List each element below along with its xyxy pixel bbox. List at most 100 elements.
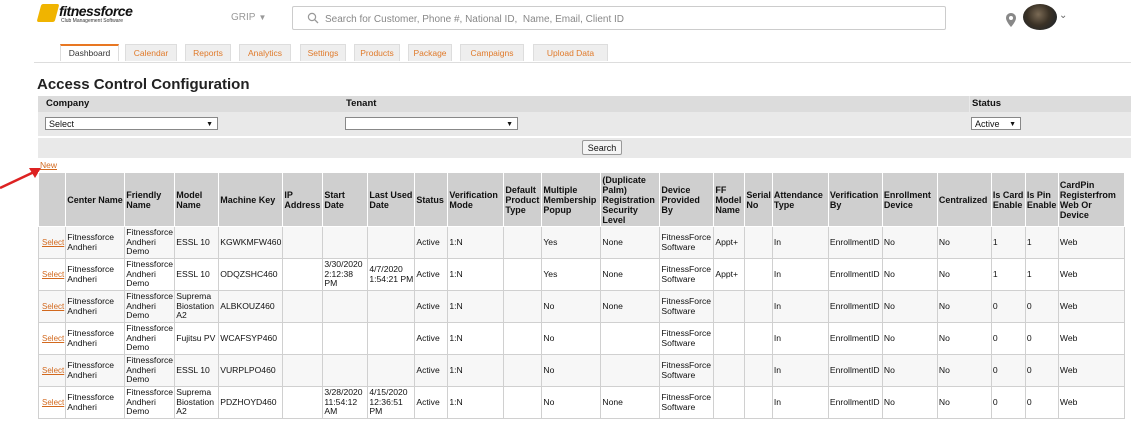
table-cell [744,386,773,419]
table-cell: FitnessForce Software [659,226,715,259]
column-header: Default Product Type [503,172,543,227]
table-cell: Active [414,258,449,291]
top-bar: fitnessforce Club Management Software GR… [0,0,1131,38]
tab-package[interactable]: Package [408,44,452,61]
table-row: Select Fitnessforce Andheri Fitnessforce A… [37,322,1125,355]
tab-products[interactable]: Products [354,44,400,61]
table-cell: No [936,386,992,419]
table-cell: 1:N [447,322,505,355]
table-cell: In [771,354,829,387]
table-cell [322,322,369,355]
location-pin-icon[interactable] [1006,13,1016,27]
table-cell: FitnessForce Software [659,258,715,291]
table-cell: Appt+ [713,226,746,259]
select-link[interactable]: Select [37,354,67,387]
company-select[interactable]: Select ▼ [45,117,218,130]
main-tabs: Dashboard Calendar Reports Analytics Set… [34,44,1131,63]
table-cell: 1:N [447,226,505,259]
brand-tagline: Club Management Software [61,18,123,24]
column-header: Is Card Enable [990,172,1026,227]
table-cell [503,290,543,323]
company-select-value: Select [49,119,75,129]
table-cell: No [881,322,938,355]
search-icon [307,12,319,24]
select-link[interactable]: Select [37,290,67,323]
search-input[interactable] [323,10,927,28]
chevron-down-icon[interactable]: ⌄ [1059,10,1067,21]
table-cell: No [936,322,992,355]
table-row: Select Fitnessforce Andheri Fitnessforce A… [37,258,1125,291]
column-header: CardPin Registerfrom Web Or Device [1057,172,1125,227]
tab-reports[interactable]: Reports [185,44,231,61]
select-link[interactable]: Select [37,386,67,419]
column-header: Multiple Membership Popup [541,172,602,227]
tab-settings[interactable]: Settings [300,44,346,61]
tab-calendar[interactable]: Calendar [125,44,177,61]
avatar[interactable] [1023,4,1057,30]
tab-campaigns[interactable]: Campaigns [460,44,524,61]
dropdown-arrow-icon: ▼ [206,121,213,128]
table-cell: 0 [1024,290,1059,323]
tab-dashboard[interactable]: Dashboard [60,44,119,61]
table-cell: 0 [990,322,1026,355]
table-cell: 3/28/2020 11:54:12 AM [322,386,369,419]
table-cell: Fujitsu PV [174,322,220,355]
table-cell: No [881,258,938,291]
table-cell [282,258,324,291]
access-control-table: Center Name Friendly Name Model Name Machin… [37,172,1125,419]
column-header: Enrollment Device [881,172,938,227]
table-cell: 1:N [447,354,505,387]
table-cell: In [771,226,829,259]
table-cell: 0 [990,386,1026,419]
table-cell: Fitnessforce Andheri Demo [124,386,176,419]
table-cell: FitnessForce Software [659,354,715,387]
table-cell [282,386,324,419]
table-cell: In [771,290,829,323]
table-cell [713,322,746,355]
status-select-value: Active [975,119,1000,129]
tab-analytics[interactable]: Analytics [239,44,291,61]
brand-logo[interactable]: fitnessforce Club Management Software [36,3,139,26]
column-header: IP Address [282,172,324,227]
table-cell: Active [414,322,449,355]
table-row: Select Fitnessforce Andheri Fitnessforce A… [37,386,1125,419]
table-header-row: Center Name Friendly Name Model Name Machin… [37,172,1125,227]
table-cell: VURPLPO460 [218,354,284,387]
select-link[interactable]: Select [37,226,67,259]
table-cell [713,386,746,419]
table-cell: 0 [990,354,1026,387]
tenant-select[interactable]: ▼ [345,117,518,130]
status-select[interactable]: Active ▼ [971,117,1021,130]
table-cell: ESSL 10 [174,258,220,291]
select-link[interactable]: Select [37,258,67,291]
table-cell: EnrollmentID [827,354,883,387]
table-cell: FitnessForce Software [659,322,715,355]
column-header: Attendance Type [771,172,829,227]
tenant-label: Tenant [343,96,969,112]
column-header: Verification By [827,172,883,227]
table-cell: In [771,386,829,419]
location-dropdown[interactable]: GRIP ▼ [231,12,266,23]
column-header: Machine Key [218,172,284,227]
table-cell: 1 [990,258,1026,291]
table-cell: 3/30/2020 2:12:38 PM [322,258,369,291]
search-button[interactable]: Search [582,140,622,155]
table-cell: 1:N [447,258,505,291]
table-cell: Fitnessforce Andheri Demo [124,290,176,323]
table-cell: Active [414,386,449,419]
tab-upload-data[interactable]: Upload Data [533,44,608,61]
table-cell: ODQZSHC460 [218,258,284,291]
table-cell [744,226,773,259]
table-cell: Appt+ [713,258,746,291]
column-header: Is Pin Enable [1024,172,1059,227]
table-cell: Web [1057,322,1125,355]
table-cell: Web [1057,258,1125,291]
table-cell [282,290,324,323]
table-cell: FitnessForce Software [659,290,715,323]
column-header [37,172,67,227]
select-link[interactable]: Select [37,322,67,355]
table-cell: Active [414,290,449,323]
table-cell [503,322,543,355]
table-cell: No [936,354,992,387]
table-cell: KGWKMFW460 [218,226,284,259]
